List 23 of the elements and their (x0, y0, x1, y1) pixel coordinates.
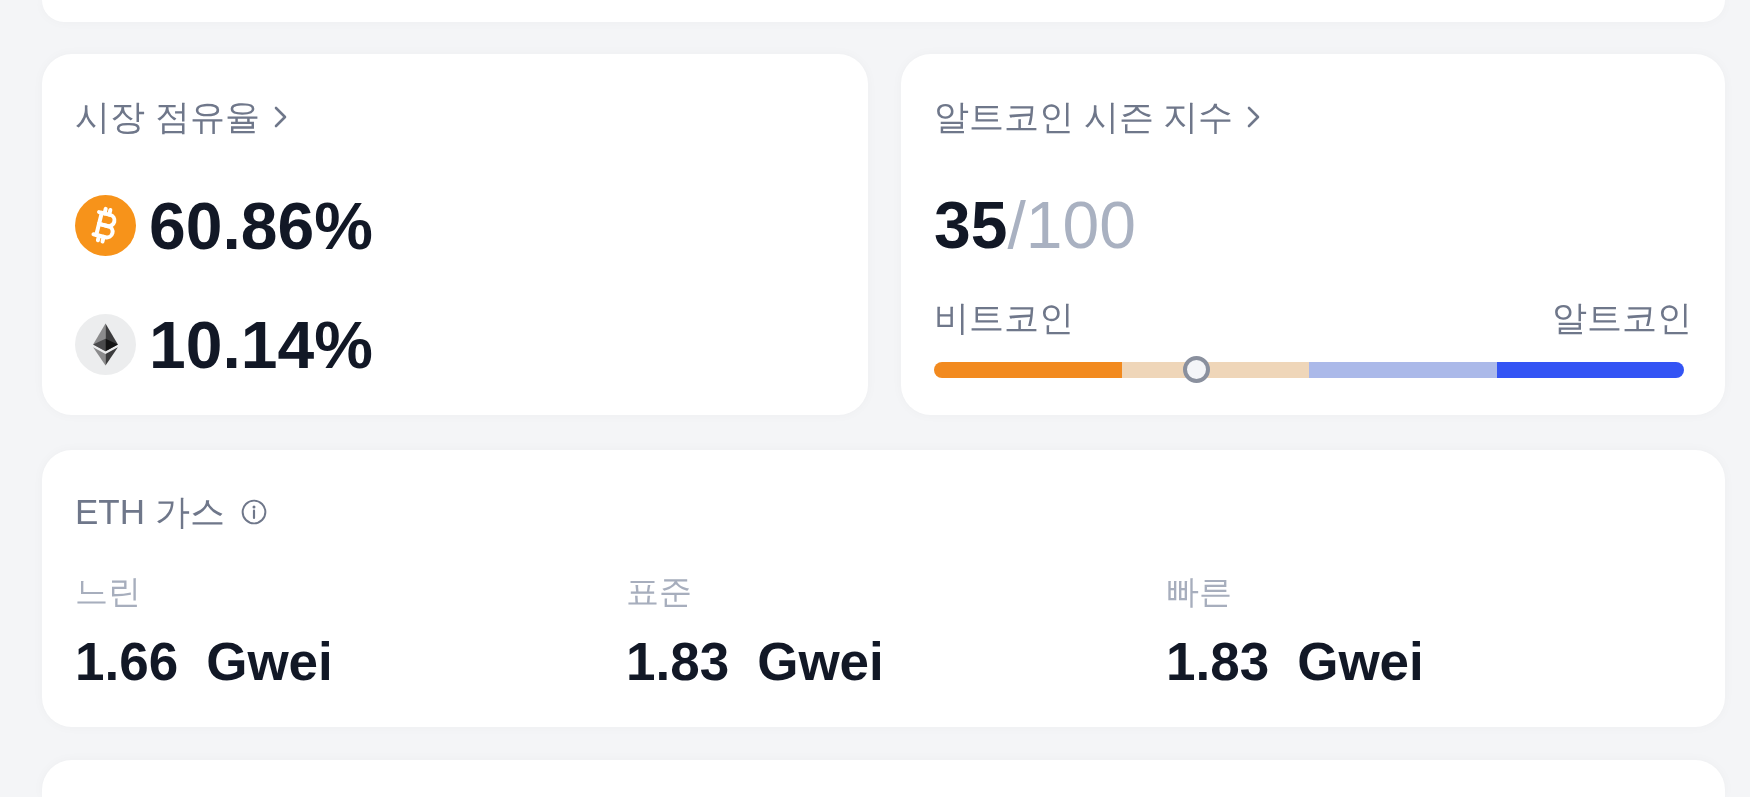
chevron-right-icon (1247, 106, 1261, 128)
ethereum-logo-icon (75, 314, 136, 375)
market-share-value: 60.86% (149, 192, 373, 259)
gas-tier-label: 표준 (626, 572, 692, 612)
market-share-link[interactable]: 시장 점유율 (75, 95, 287, 139)
info-icon (240, 499, 267, 525)
bitcoin-logo-icon (75, 195, 136, 256)
gas-price-value: 1.83 (626, 632, 730, 692)
altcoin-season-link[interactable]: 알트코인 시즌 지수 (934, 95, 1261, 139)
scale-label: 알트코인 (1552, 297, 1692, 339)
gas-price-unit: Gwei (206, 632, 333, 692)
index-value: 35 (934, 190, 1008, 260)
gas-title: ETH 가스 (75, 491, 225, 533)
gas-price-value: 1.66 (75, 632, 179, 692)
scale-label: 비트코인 (934, 297, 1074, 339)
gas-tier-label: 빠른 (1166, 572, 1232, 612)
gas-price-unit: Gwei (1297, 632, 1424, 692)
index-scale: /100 (1007, 190, 1136, 260)
gas-price-value: 1.83 (1166, 632, 1270, 692)
chevron-right-icon (273, 106, 287, 128)
gas-price-unit: Gwei (757, 632, 884, 692)
gas-tier-label: 느린 (75, 572, 141, 612)
market-share-value: 10.14% (149, 311, 373, 378)
